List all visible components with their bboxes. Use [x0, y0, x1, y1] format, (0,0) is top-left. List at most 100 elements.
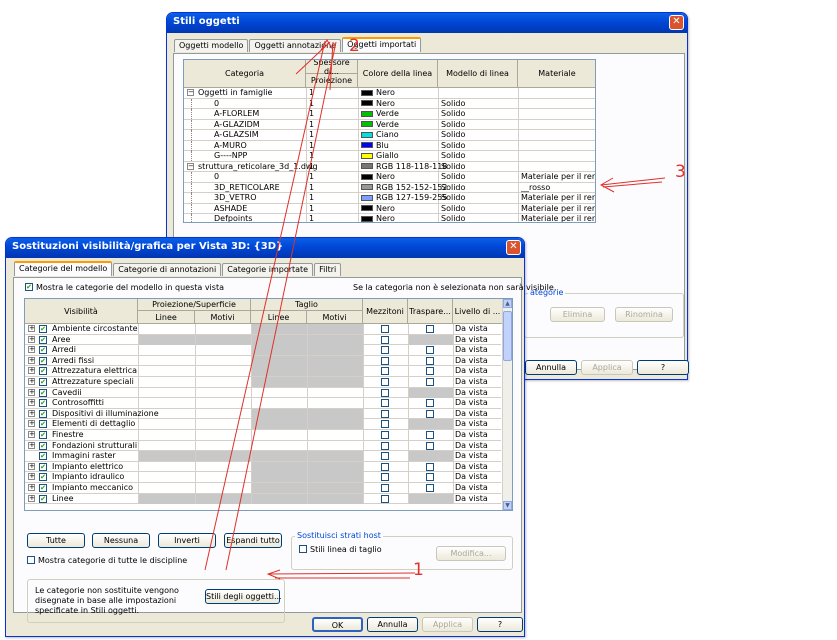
category-row[interactable]: ✔ Immagini raster Da vista	[25, 451, 501, 462]
select-all-button[interactable]: Tutte	[27, 533, 85, 548]
object-style-row[interactable]: − struttura_reticolare_3d_1.dwg 1 RGB 118-1…	[184, 161, 595, 172]
visibility-checkbox[interactable]: ✔	[39, 441, 47, 450]
header-cut[interactable]: Taglio	[251, 299, 363, 311]
category-row[interactable]: + ✔ Ambiente circostante Da vista	[25, 324, 501, 335]
cut-line-styles-checkbox[interactable]	[299, 545, 307, 553]
object-style-row[interactable]: 0 1 Nero Solido Materiale per il rende...	[184, 172, 595, 183]
line-thickness[interactable]: 1	[309, 109, 314, 119]
line-thickness[interactable]: 1	[309, 130, 314, 140]
header-proj-patterns[interactable]: Motivi	[195, 311, 251, 324]
transparent-checkbox[interactable]	[426, 325, 434, 333]
detail-level[interactable]: Da vista	[455, 324, 488, 334]
expand-icon[interactable]: +	[28, 462, 35, 470]
visibility-checkbox[interactable]: ✔	[39, 420, 47, 429]
line-pattern[interactable]: Solido	[441, 193, 465, 203]
halftone-checkbox[interactable]	[381, 335, 389, 344]
expand-icon[interactable]: +	[28, 356, 35, 364]
object-style-row[interactable]: Defpoints 1 Nero Solido Materiale per il ren…	[184, 214, 595, 222]
expand-icon[interactable]: +	[28, 484, 35, 491]
category-row[interactable]: + ✔ Aree Da vista	[25, 334, 501, 346]
visibility-checkbox[interactable]: ✔	[39, 335, 47, 344]
material[interactable]: __rosso	[521, 183, 550, 193]
line-pattern[interactable]: Solido	[441, 99, 465, 109]
line-thickness[interactable]: 1	[309, 193, 314, 203]
object-styles-button[interactable]: Stili degli oggetti...	[205, 589, 282, 604]
detail-level[interactable]: Da vista	[455, 441, 488, 451]
line-pattern[interactable]: Solido	[441, 214, 465, 222]
ok-button[interactable]: OK	[312, 617, 363, 632]
tab-annotation-objects[interactable]: Oggetti annotazione	[249, 39, 342, 52]
header-detail-level[interactable]: Livello di ...	[453, 299, 503, 324]
line-pattern[interactable]: Solido	[441, 172, 465, 182]
line-thickness[interactable]: 1	[309, 214, 314, 222]
material[interactable]: Materiale per il rende...	[521, 193, 595, 203]
detail-level[interactable]: Da vista	[455, 483, 488, 493]
halftone-checkbox[interactable]	[381, 473, 389, 482]
line-color-cell[interactable]: Nero	[361, 204, 395, 214]
header-visibility[interactable]: Visibilità	[25, 299, 138, 324]
halftone-checkbox[interactable]	[381, 441, 389, 450]
category-row[interactable]: + ✔ Controsoffitti Da vista	[25, 398, 501, 409]
visibility-checkbox[interactable]: ✔	[39, 452, 47, 461]
object-style-row[interactable]: − Oggetti in famiglie 1 Nero	[184, 88, 595, 99]
top-cancel-button[interactable]: Annulla	[525, 360, 577, 375]
line-thickness[interactable]: 1	[309, 99, 314, 109]
detail-level[interactable]: Da vista	[455, 345, 488, 355]
line-color-cell[interactable]: Ciano	[361, 130, 399, 140]
line-thickness[interactable]: 1	[309, 204, 314, 214]
category-row[interactable]: + ✔ Attrezzature speciali Da vista	[25, 377, 501, 388]
line-thickness[interactable]: 1	[309, 183, 314, 193]
expand-icon[interactable]: +	[28, 494, 35, 502]
halftone-checkbox[interactable]	[381, 346, 389, 355]
visibility-checkbox[interactable]: ✔	[39, 431, 47, 439]
line-color-cell[interactable]: Verde	[361, 120, 399, 130]
line-pattern[interactable]: Solido	[441, 109, 465, 119]
visibility-checkbox[interactable]: ✔	[39, 367, 47, 376]
scroll-thumb[interactable]	[503, 311, 512, 361]
detail-level[interactable]: Da vista	[455, 419, 488, 429]
transparent-checkbox[interactable]	[426, 484, 434, 492]
top-apply-button[interactable]: Applica	[581, 360, 633, 375]
header-transparent[interactable]: Traspare...	[408, 299, 453, 324]
line-color-cell[interactable]: Blu	[361, 141, 389, 151]
detail-level[interactable]: Da vista	[455, 335, 488, 345]
line-color-cell[interactable]: Giallo	[361, 151, 399, 161]
top-help-button[interactable]: ?	[637, 360, 689, 375]
halftone-checkbox[interactable]	[381, 399, 389, 408]
visibility-checkbox[interactable]: ✔	[39, 399, 47, 408]
expand-icon[interactable]: +	[28, 335, 35, 343]
visibility-scrollbar[interactable]: ▲ ▼	[502, 299, 512, 510]
help-button[interactable]: ?	[477, 617, 523, 632]
visibility-checkbox[interactable]: ✔	[39, 325, 47, 333]
line-thickness[interactable]: 1	[309, 162, 314, 172]
expand-icon[interactable]: +	[28, 441, 35, 449]
line-pattern[interactable]: Solido	[441, 162, 465, 172]
halftone-checkbox[interactable]	[381, 325, 389, 333]
category-row[interactable]: + ✔ Impianto meccanico Da vista	[25, 483, 501, 494]
halftone-checkbox[interactable]	[381, 367, 389, 376]
header-category[interactable]: Categoria	[184, 60, 306, 88]
detail-level[interactable]: Da vista	[455, 472, 488, 482]
modify-button[interactable]: Modifica...	[436, 546, 506, 561]
visibility-checkbox[interactable]: ✔	[39, 473, 47, 482]
expand-icon[interactable]: +	[28, 431, 35, 438]
header-cut-patterns[interactable]: Motivi	[307, 311, 363, 324]
line-pattern[interactable]: Solido	[441, 120, 465, 130]
line-pattern[interactable]: Solido	[441, 183, 465, 193]
detail-level[interactable]: Da vista	[455, 462, 488, 472]
tab-annotation-categories[interactable]: Categorie di annotazioni	[113, 263, 222, 276]
halftone-checkbox[interactable]	[381, 388, 389, 397]
line-pattern[interactable]: Solido	[441, 141, 465, 151]
halftone-checkbox[interactable]	[381, 494, 389, 503]
category-row[interactable]: + ✔ Impianto idraulico Da vista	[25, 472, 501, 483]
line-color-cell[interactable]: Nero	[361, 99, 395, 109]
visibility-graphics-titlebar[interactable]: Sostituzioni visibilità/grafica per Vist…	[6, 238, 524, 258]
transparent-checkbox[interactable]	[426, 409, 434, 418]
object-style-row[interactable]: ASHADE 1 Nero Solido Materiale per il rende.…	[184, 203, 595, 214]
category-row[interactable]: + ✔ Impianto elettrico Da vista	[25, 461, 501, 473]
tree-collapse-icon[interactable]: −	[187, 162, 194, 170]
detail-level[interactable]: Da vista	[455, 388, 488, 398]
expand-icon[interactable]: +	[28, 378, 35, 385]
header-projection[interactable]: Proiezione	[306, 74, 358, 88]
visibility-checkbox[interactable]: ✔	[39, 356, 47, 365]
